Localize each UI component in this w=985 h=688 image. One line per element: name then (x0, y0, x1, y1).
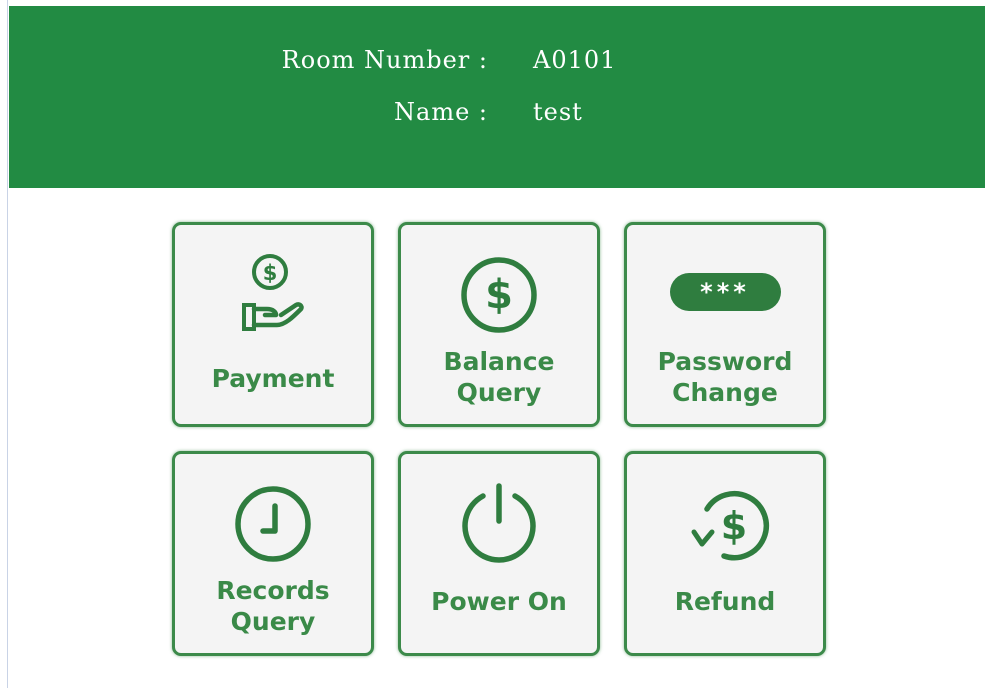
clock-icon (175, 484, 371, 564)
room-number-row: Room Number : A0101 (9, 46, 985, 82)
svg-text:$: $ (721, 504, 747, 548)
left-edge (0, 0, 8, 688)
name-row: Name : test (9, 98, 985, 134)
password-mask-icon: *** (627, 273, 823, 311)
user-info-header: Room Number : A0101 Name : test (9, 6, 985, 188)
name-label: Name : (394, 98, 488, 126)
payment-label: Payment (211, 364, 335, 393)
dollar-circle-icon: $ (401, 255, 597, 335)
name-value: test (533, 98, 583, 126)
records-query-button[interactable]: Records Query (172, 451, 374, 656)
refund-dollar-icon: $ (627, 482, 823, 566)
refund-button[interactable]: $ Refund (624, 451, 826, 656)
balance-query-button[interactable]: $ Balance Query (398, 222, 600, 427)
password-change-label: Password Change (657, 347, 793, 407)
power-on-button[interactable]: Power On (398, 451, 600, 656)
password-change-button[interactable]: *** Password Change (624, 222, 826, 427)
svg-text:$: $ (485, 272, 513, 318)
room-number-value: A0101 (533, 46, 617, 74)
app-window: Room Number : A0101 Name : test $ Paymen… (0, 0, 985, 688)
power-icon (401, 480, 597, 566)
records-query-label: Records Query (216, 576, 330, 636)
svg-text:$: $ (263, 261, 278, 285)
refund-label: Refund (674, 587, 776, 616)
power-on-label: Power On (431, 587, 567, 616)
hand-coin-icon: $ (175, 253, 371, 337)
password-mask-text: *** (700, 278, 750, 306)
room-number-label: Room Number : (281, 46, 488, 74)
payment-button[interactable]: $ Payment (172, 222, 374, 427)
balance-query-label: Balance Query (443, 347, 555, 407)
